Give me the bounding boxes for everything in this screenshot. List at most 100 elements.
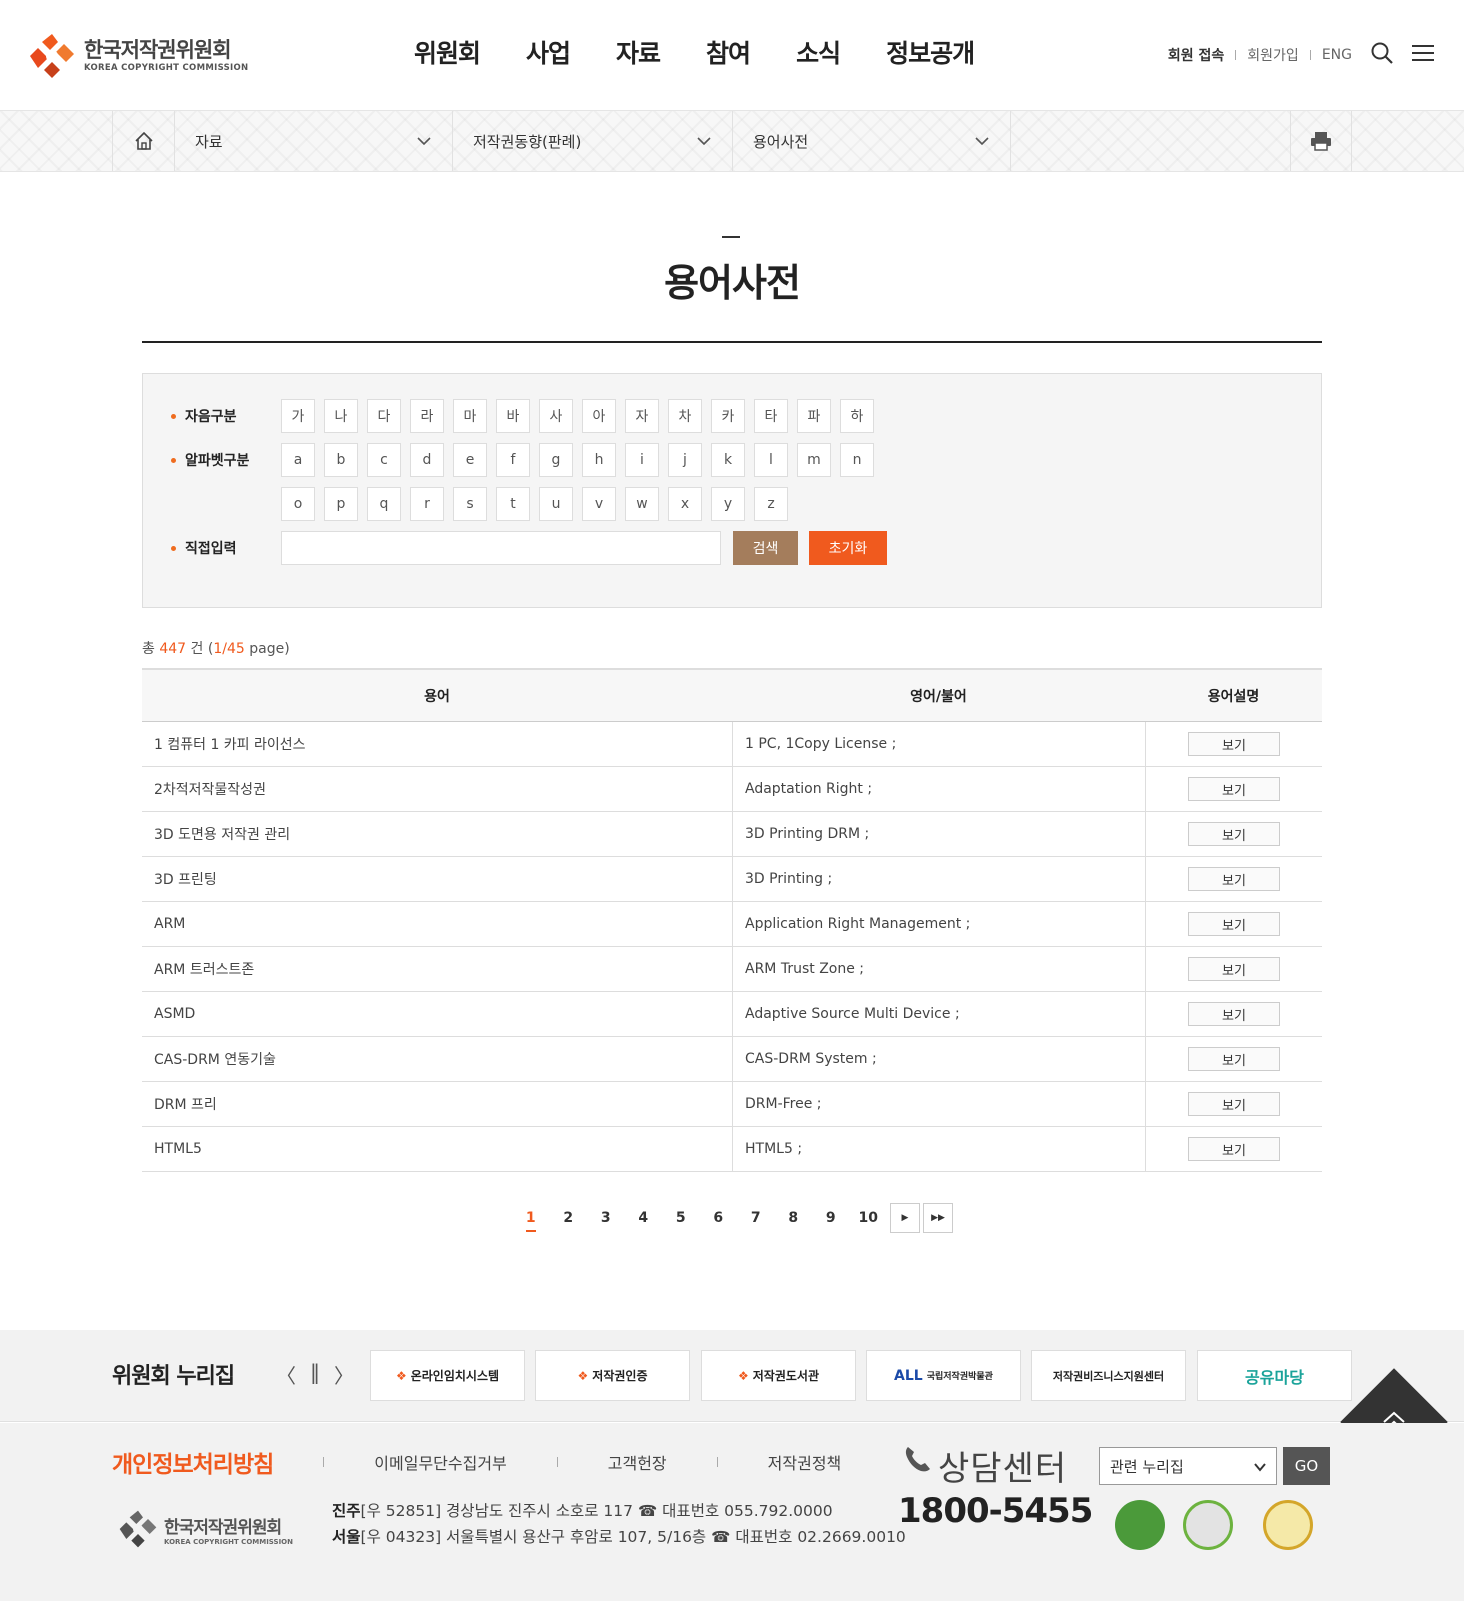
- page-number[interactable]: 2: [550, 1210, 588, 1226]
- filter-button[interactable]: m: [797, 443, 831, 477]
- location-dropdown-3[interactable]: 용어사전: [732, 111, 1011, 171]
- filter-button[interactable]: 타: [754, 399, 788, 433]
- view-button[interactable]: 보기: [1188, 912, 1280, 936]
- privacy-policy-link[interactable]: 개인정보처리방침: [112, 1445, 274, 1479]
- nav-news[interactable]: 소식: [796, 34, 841, 74]
- view-button[interactable]: 보기: [1188, 732, 1280, 756]
- view-button[interactable]: 보기: [1188, 867, 1280, 891]
- filter-button[interactable]: 차: [668, 399, 702, 433]
- print-button[interactable]: [1290, 111, 1352, 171]
- filter-button[interactable]: r: [410, 487, 444, 521]
- filter-button[interactable]: 파: [797, 399, 831, 433]
- filter-button[interactable]: u: [539, 487, 573, 521]
- filter-button[interactable]: c: [367, 443, 401, 477]
- page-number[interactable]: 9: [812, 1210, 850, 1226]
- filter-button[interactable]: e: [453, 443, 487, 477]
- login-link[interactable]: 회원 접속: [1168, 45, 1224, 65]
- filter-button[interactable]: y: [711, 487, 745, 521]
- nav-disclosure[interactable]: 정보공개: [886, 34, 975, 74]
- filter-button[interactable]: v: [582, 487, 616, 521]
- filter-button[interactable]: q: [367, 487, 401, 521]
- search-button[interactable]: 검색: [733, 531, 798, 565]
- page-number[interactable]: 5: [662, 1210, 700, 1226]
- related-sites-select[interactable]: 관련 누리집: [1099, 1447, 1277, 1485]
- page-number[interactable]: 10: [850, 1210, 888, 1226]
- view-button[interactable]: 보기: [1188, 1047, 1280, 1071]
- home-button[interactable]: [112, 111, 174, 171]
- location-bar: 자료 저작권동향(판례) 용어사전: [0, 110, 1464, 172]
- filter-button[interactable]: n: [840, 443, 874, 477]
- filter-button[interactable]: 사: [539, 399, 573, 433]
- filter-button[interactable]: 라: [410, 399, 444, 433]
- family-site-6[interactable]: 공유마당: [1197, 1350, 1352, 1401]
- filter-button[interactable]: 바: [496, 399, 530, 433]
- view-button[interactable]: 보기: [1188, 1002, 1280, 1026]
- site-logo[interactable]: 한국저작권위원회 KOREA COPYRIGHT COMMISSION: [28, 30, 248, 82]
- last-page-button[interactable]: ▶▶: [923, 1203, 953, 1233]
- filter-button[interactable]: b: [324, 443, 358, 477]
- family-site-3[interactable]: ❖ 저작권도서관: [701, 1350, 856, 1401]
- menu-icon[interactable]: [1412, 44, 1434, 66]
- page-number[interactable]: 4: [625, 1210, 663, 1226]
- filter-button[interactable]: 나: [324, 399, 358, 433]
- filter-button[interactable]: l: [754, 443, 788, 477]
- filter-button[interactable]: 가: [281, 399, 315, 433]
- filter-button[interactable]: z: [754, 487, 788, 521]
- view-button[interactable]: 보기: [1188, 1137, 1280, 1161]
- term-search-input[interactable]: [281, 531, 721, 565]
- filter-button[interactable]: 마: [453, 399, 487, 433]
- view-button[interactable]: 보기: [1188, 777, 1280, 801]
- nav-participation[interactable]: 참여: [706, 34, 751, 74]
- page-number[interactable]: 7: [737, 1210, 775, 1226]
- filter-button[interactable]: h: [582, 443, 616, 477]
- filter-button[interactable]: x: [668, 487, 702, 521]
- filter-button[interactable]: d: [410, 443, 444, 477]
- family-site-4[interactable]: ALL 국립저작권박물관: [866, 1350, 1021, 1401]
- filter-button[interactable]: a: [281, 443, 315, 477]
- table-row: 2차적저작물작성권 Adaptation Right ; 보기: [142, 767, 1322, 812]
- copyright-policy-link[interactable]: 저작권정책: [768, 1450, 842, 1474]
- filter-button[interactable]: 하: [840, 399, 874, 433]
- filter-button[interactable]: p: [324, 487, 358, 521]
- chevron-right-icon[interactable]: 〉: [334, 1360, 354, 1389]
- page-number[interactable]: 8: [775, 1210, 813, 1226]
- filter-button[interactable]: 아: [582, 399, 616, 433]
- filter-button[interactable]: f: [496, 443, 530, 477]
- nav-data[interactable]: 자료: [616, 34, 661, 74]
- go-button[interactable]: GO: [1283, 1447, 1330, 1485]
- filter-button[interactable]: i: [625, 443, 659, 477]
- view-button[interactable]: 보기: [1188, 957, 1280, 981]
- filter-button[interactable]: 카: [711, 399, 745, 433]
- view-button[interactable]: 보기: [1188, 822, 1280, 846]
- filter-button[interactable]: s: [453, 487, 487, 521]
- nav-committee[interactable]: 위원회: [414, 34, 481, 74]
- view-button[interactable]: 보기: [1188, 1092, 1280, 1116]
- filter-button[interactable]: w: [625, 487, 659, 521]
- family-site-5[interactable]: 저작권비즈니스지원센터: [1031, 1350, 1186, 1401]
- pause-icon[interactable]: ‖: [310, 1360, 320, 1389]
- search-panel: 자음구분 가나다라마바사아자차카타파하 알파벳구분 abcdefghijklmn…: [142, 373, 1322, 608]
- page-number[interactable]: 3: [587, 1210, 625, 1226]
- location-dropdown-2[interactable]: 저작권동향(판례): [452, 111, 732, 171]
- filter-button[interactable]: j: [668, 443, 702, 477]
- customer-charter-link[interactable]: 고객헌장: [608, 1450, 667, 1474]
- join-link[interactable]: 회원가입: [1247, 45, 1299, 65]
- filter-button[interactable]: 다: [367, 399, 401, 433]
- filter-button[interactable]: 자: [625, 399, 659, 433]
- filter-button[interactable]: t: [496, 487, 530, 521]
- page-number[interactable]: 6: [700, 1210, 738, 1226]
- filter-button[interactable]: g: [539, 443, 573, 477]
- family-site-2[interactable]: ❖ 저작권인증: [535, 1350, 690, 1401]
- family-site-1[interactable]: ❖ 온라인임치시스템: [370, 1350, 525, 1401]
- location-dropdown-1[interactable]: 자료: [174, 111, 452, 171]
- next-page-button[interactable]: ▶: [890, 1203, 920, 1233]
- chevron-left-icon[interactable]: 〈: [276, 1360, 296, 1389]
- eng-link[interactable]: ENG: [1322, 47, 1352, 63]
- reset-button[interactable]: 초기화: [809, 531, 887, 565]
- email-refusal-link[interactable]: 이메일무단수집거부: [374, 1450, 506, 1474]
- page-number[interactable]: 1: [512, 1210, 550, 1232]
- nav-business[interactable]: 사업: [526, 34, 571, 74]
- search-icon[interactable]: [1370, 41, 1394, 69]
- filter-button[interactable]: k: [711, 443, 745, 477]
- filter-button[interactable]: o: [281, 487, 315, 521]
